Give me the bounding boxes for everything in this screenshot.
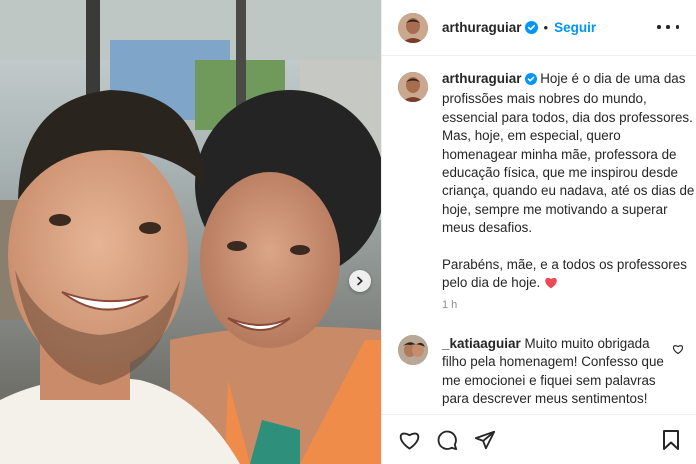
chevron-right-icon bbox=[357, 276, 363, 286]
caption-text: arthuraguiar Hoje é o dia de uma das pro… bbox=[442, 70, 696, 292]
caption-paragraph-1: arthuraguiar Hoje é o dia de uma das pro… bbox=[442, 70, 696, 238]
avatar-image bbox=[398, 72, 428, 102]
action-bar bbox=[382, 414, 696, 464]
comment-text: _katiaaguiar Muito muito obrigada filho … bbox=[442, 335, 672, 409]
more-options-icon[interactable] bbox=[657, 17, 679, 37]
comment-username[interactable]: _katiaaguiar bbox=[442, 336, 521, 351]
post-header: arthuraguiar • Seguir bbox=[382, 0, 696, 56]
verified-badge-icon bbox=[524, 21, 538, 39]
photo-image bbox=[0, 0, 381, 464]
caption-username[interactable]: arthuraguiar bbox=[442, 71, 522, 86]
bookmark-icon[interactable] bbox=[662, 429, 680, 456]
caption-author-avatar[interactable] bbox=[398, 72, 428, 102]
separator-dot: • bbox=[543, 20, 549, 35]
heart-icon[interactable] bbox=[398, 429, 421, 455]
share-icon[interactable] bbox=[474, 429, 496, 456]
post-photo bbox=[0, 0, 381, 464]
follow-button[interactable]: Seguir bbox=[554, 20, 596, 35]
commenter-avatar[interactable] bbox=[398, 335, 428, 365]
avatar-image bbox=[398, 335, 428, 365]
post-timestamp[interactable]: 1 h bbox=[442, 299, 457, 311]
avatar-image bbox=[398, 13, 428, 43]
carousel-next-button[interactable] bbox=[349, 270, 371, 292]
caption-body-1: Hoje é o dia de uma das profissões mais … bbox=[442, 71, 695, 236]
author-avatar[interactable] bbox=[398, 13, 428, 43]
comment-icon[interactable] bbox=[436, 429, 458, 456]
post-details-panel: arthuraguiar • Seguir arthuraguiar Hoje é … bbox=[381, 0, 696, 464]
caption-paragraph-2: Parabéns, mãe, e a todos os professores … bbox=[442, 256, 696, 293]
header-user-line: arthuraguiar • Seguir bbox=[442, 19, 596, 39]
verified-badge-icon bbox=[524, 72, 537, 90]
caption-body-2: Parabéns, mãe, e a todos os professores … bbox=[442, 256, 687, 291]
red-heart-emoji bbox=[545, 277, 557, 289]
header-username[interactable]: arthuraguiar bbox=[442, 20, 522, 35]
comment-like-heart-icon[interactable] bbox=[672, 342, 684, 360]
